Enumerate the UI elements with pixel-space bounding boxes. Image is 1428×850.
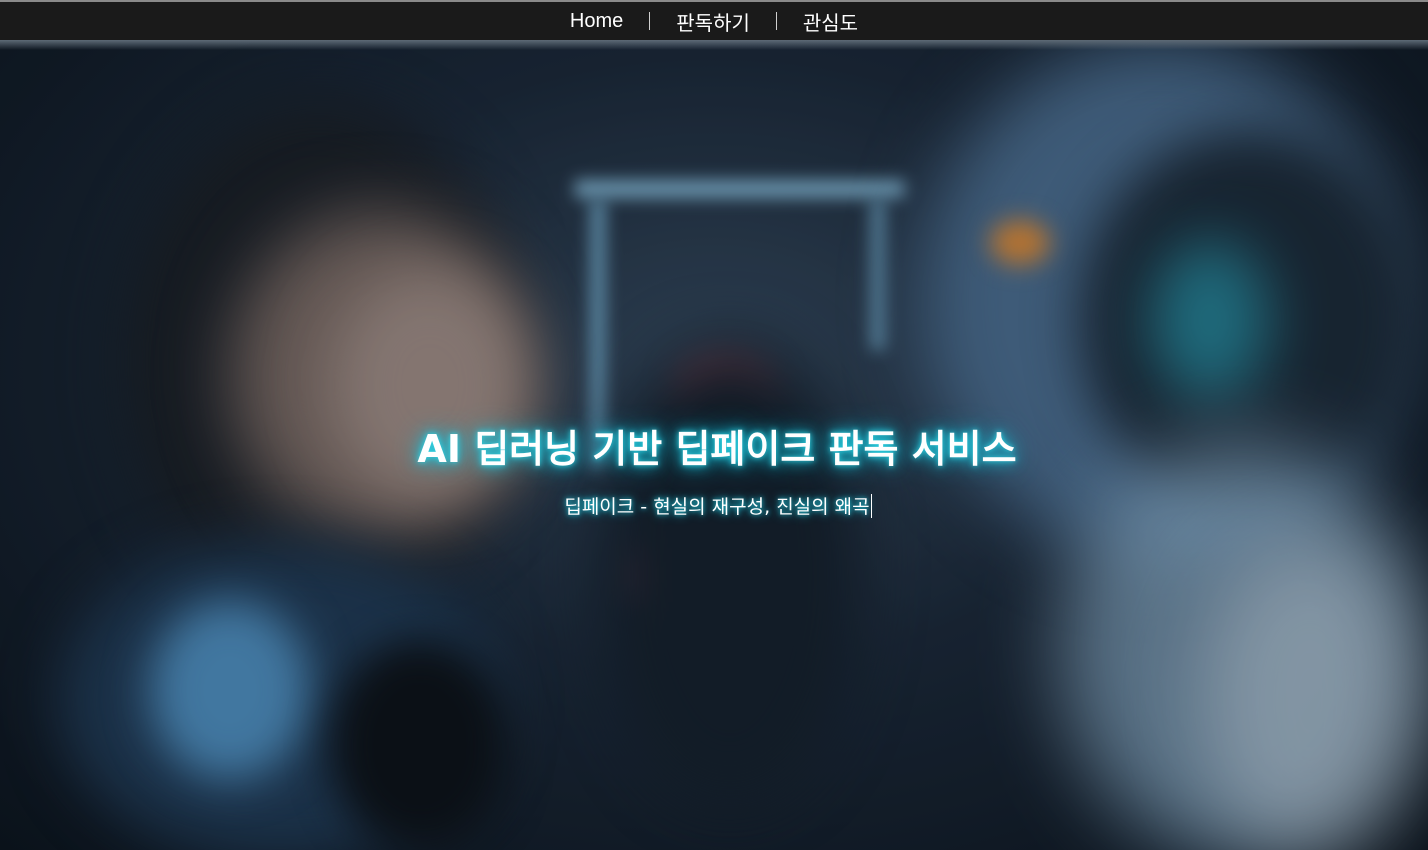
nav-home-link[interactable]: Home xyxy=(544,10,649,33)
nav-detect-link[interactable]: 판독하기 xyxy=(650,7,776,36)
hero-subtitle: 딥페이크 - 현실의 재구성, 진실의 왜곡 xyxy=(0,492,1428,519)
text-cursor xyxy=(870,494,872,518)
nav-interest-link[interactable]: 관심도 xyxy=(777,7,884,36)
top-navbar: Home 판독하기 관심도 xyxy=(0,2,1428,40)
hero-content: AI 딥러닝 기반 딥페이크 판독 서비스 딥페이크 - 현실의 재구성, 진실… xyxy=(0,40,1428,850)
page: Home 판독하기 관심도 AI 딥러닝 기반 딥페이크 판독 서비스 딥페이크… xyxy=(0,0,1428,850)
hero-subtitle-text: 딥페이크 - 현실의 재구성, 진실의 왜곡 xyxy=(564,496,870,518)
hero-title: AI 딥러닝 기반 딥페이크 판독 서비스 xyxy=(417,427,1017,471)
navbar-shadow xyxy=(0,40,1428,50)
top-strip xyxy=(0,0,1428,2)
